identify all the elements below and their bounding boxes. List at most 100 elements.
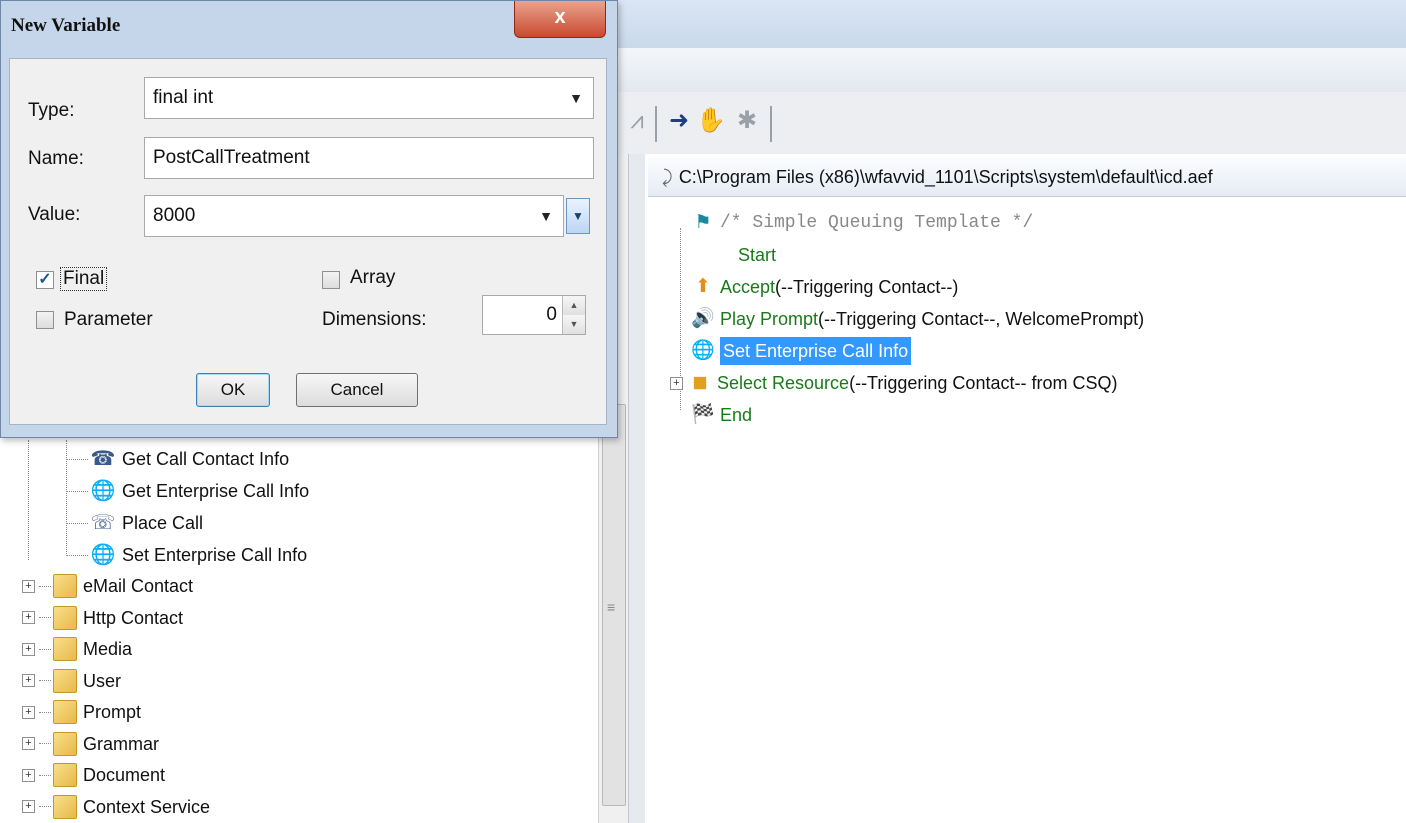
palette-folder[interactable]: + Context Service — [22, 792, 210, 822]
folder-icon — [53, 700, 77, 724]
spinner-down-icon[interactable]: ▼ — [563, 315, 585, 334]
palette-folder[interactable]: + eMail Contact — [22, 571, 193, 601]
palette-folder[interactable]: + Document — [22, 760, 165, 790]
tree-connector — [39, 743, 51, 744]
name-input[interactable] — [144, 137, 594, 179]
phone-info-icon: ☎ — [90, 448, 116, 470]
palette-folder[interactable]: + Media — [22, 634, 132, 664]
palette-step-item[interactable]: ☎ Get Call Contact Info — [66, 444, 289, 474]
expand-icon[interactable]: + — [22, 674, 35, 687]
toolbar-clear-breakpoints-icon[interactable]: ✱ — [732, 106, 762, 136]
palette-step-label: Get Enterprise Call Info — [122, 481, 310, 501]
parameter-checkbox-label[interactable]: Parameter — [64, 309, 153, 331]
expand-icon[interactable]: + — [22, 800, 35, 813]
final-checkbox[interactable]: ✓ — [36, 271, 54, 289]
speaker-icon: 🔊 — [691, 308, 715, 329]
dimensions-value: 0 — [546, 304, 557, 325]
tree-connector — [66, 554, 88, 556]
palette-folder-label: Grammar — [83, 733, 159, 754]
accept-icon: ⬆ — [695, 276, 711, 297]
array-checkbox[interactable] — [322, 271, 340, 289]
parameter-checkbox[interactable] — [36, 311, 54, 329]
palette-folder-label: Prompt — [83, 702, 142, 722]
array-checkbox-label[interactable]: Array — [350, 267, 395, 289]
toolbar-hand-icon[interactable]: ✋ — [696, 106, 726, 136]
tree-connector — [39, 806, 51, 807]
script-step-keyword: Accept — [720, 277, 776, 297]
script-step[interactable]: ⚑ /* Simple Queuing Template */ — [690, 209, 1033, 237]
dialog-close-button[interactable]: x — [514, 1, 606, 38]
palette-step-item[interactable]: 🌐 Get Enterprise Call Info — [66, 476, 309, 506]
type-select[interactable]: final int ▼ — [144, 77, 594, 119]
script-step[interactable]: 🌐 Set Enterprise Call Info — [690, 337, 912, 365]
script-tab-header[interactable]: ⤸ C:\Program Files (x86)\wfavvid_1101\Scr… — [648, 158, 1406, 197]
close-icon: x — [554, 6, 566, 28]
expand-icon[interactable]: + — [22, 768, 35, 782]
finish-flag-icon: 🏁 — [691, 404, 715, 425]
value-combo[interactable]: 8000 ▼ — [144, 195, 564, 237]
script-step-keyword: /* Simple Queuing Template */ — [720, 213, 1034, 233]
palette-step-item[interactable]: ☏ Place Call — [66, 508, 203, 538]
script-step-keyword: Start — [738, 245, 777, 265]
tree-connector — [66, 490, 88, 492]
expand-icon[interactable]: + — [22, 737, 35, 750]
ok-button[interactable]: OK — [196, 373, 270, 407]
palette-folder[interactable]: + User — [22, 666, 121, 696]
tree-connector — [39, 711, 51, 713]
script-step[interactable]: + ◼ Select Resource (--Triggering Contact-… — [670, 369, 1117, 397]
place-call-icon: ☏ — [90, 512, 116, 534]
folder-icon — [53, 637, 77, 661]
palette-folder-label: Context Service — [83, 796, 211, 817]
dimensions-spinner[interactable]: 0 ▲ ▼ — [482, 295, 586, 335]
palette-folder[interactable]: + Grammar — [22, 729, 159, 759]
toolbar-separator — [655, 106, 657, 142]
palette-folder-label: Document — [83, 765, 166, 785]
final-checkbox-label[interactable]: Final — [60, 267, 108, 291]
script-step-keyword: Select Resource — [717, 373, 850, 393]
expand-icon[interactable]: + — [22, 705, 35, 719]
palette-folder-label: eMail Contact — [83, 576, 194, 596]
expand-icon[interactable]: + — [22, 579, 35, 593]
script-step[interactable]: ⬆ Accept (--Triggering Contact--) — [690, 273, 958, 301]
toolbar-step-into-icon[interactable]: ➜ — [664, 106, 694, 136]
toolbar-step-icon[interactable]: ⩘ — [622, 106, 652, 136]
script-step-keyword: Play Prompt — [720, 309, 819, 329]
spinner-up-icon[interactable]: ▲ — [563, 296, 585, 315]
expand-icon[interactable]: + — [22, 611, 35, 624]
dialog-body: Type: final int ▼ Name: Value: 8000 ▼ ▼ … — [9, 58, 607, 425]
folder-icon — [53, 668, 77, 693]
folder-icon — [53, 605, 77, 630]
cancel-button[interactable]: Cancel — [296, 373, 418, 407]
palette-folder-label: User — [83, 670, 122, 691]
palette-step-label: Place Call — [122, 513, 204, 533]
name-label: Name: — [28, 148, 84, 169]
script-step-keyword: Set Enterprise Call Info — [720, 337, 912, 365]
palette-folder-label: Http Contact — [83, 607, 184, 628]
value-label: Value: — [28, 204, 81, 225]
palette-folder-label: Media — [83, 639, 133, 659]
enterprise-call-icon: 🌐 — [90, 544, 116, 566]
tree-connector — [39, 585, 51, 587]
folder-icon — [53, 763, 77, 787]
palette-step-item[interactable]: 🌐 Set Enterprise Call Info — [66, 540, 307, 570]
expand-icon[interactable]: + — [22, 642, 35, 656]
script-step[interactable]: 🔊 Play Prompt (--Triggering Contact--, We… — [690, 305, 1144, 333]
tree-connector — [39, 680, 51, 681]
palette-folder[interactable]: + Prompt — [22, 697, 141, 727]
scrollbar-grip: ≡ — [607, 599, 616, 615]
script-step[interactable]: Start — [738, 241, 776, 269]
palette-step-label: Set Enterprise Call Info — [122, 545, 308, 565]
type-label: Type: — [28, 100, 75, 121]
enterprise-call-icon: 🌐 — [90, 480, 116, 502]
script-step-args: (--Triggering Contact--) — [775, 277, 959, 297]
value-dropdown-button[interactable]: ▼ — [566, 198, 590, 234]
expand-icon[interactable]: + — [670, 376, 683, 390]
folder-icon — [53, 731, 77, 756]
tree-connector — [66, 522, 88, 524]
script-step[interactable]: 🏁 End — [690, 401, 752, 429]
palette-folder[interactable]: + Http Contact — [22, 603, 183, 633]
chevron-down-icon: ▼ — [539, 208, 553, 224]
tree-connector — [39, 774, 51, 776]
pane-splitter[interactable] — [628, 154, 646, 823]
enterprise-call-icon: 🌐 — [691, 340, 715, 361]
